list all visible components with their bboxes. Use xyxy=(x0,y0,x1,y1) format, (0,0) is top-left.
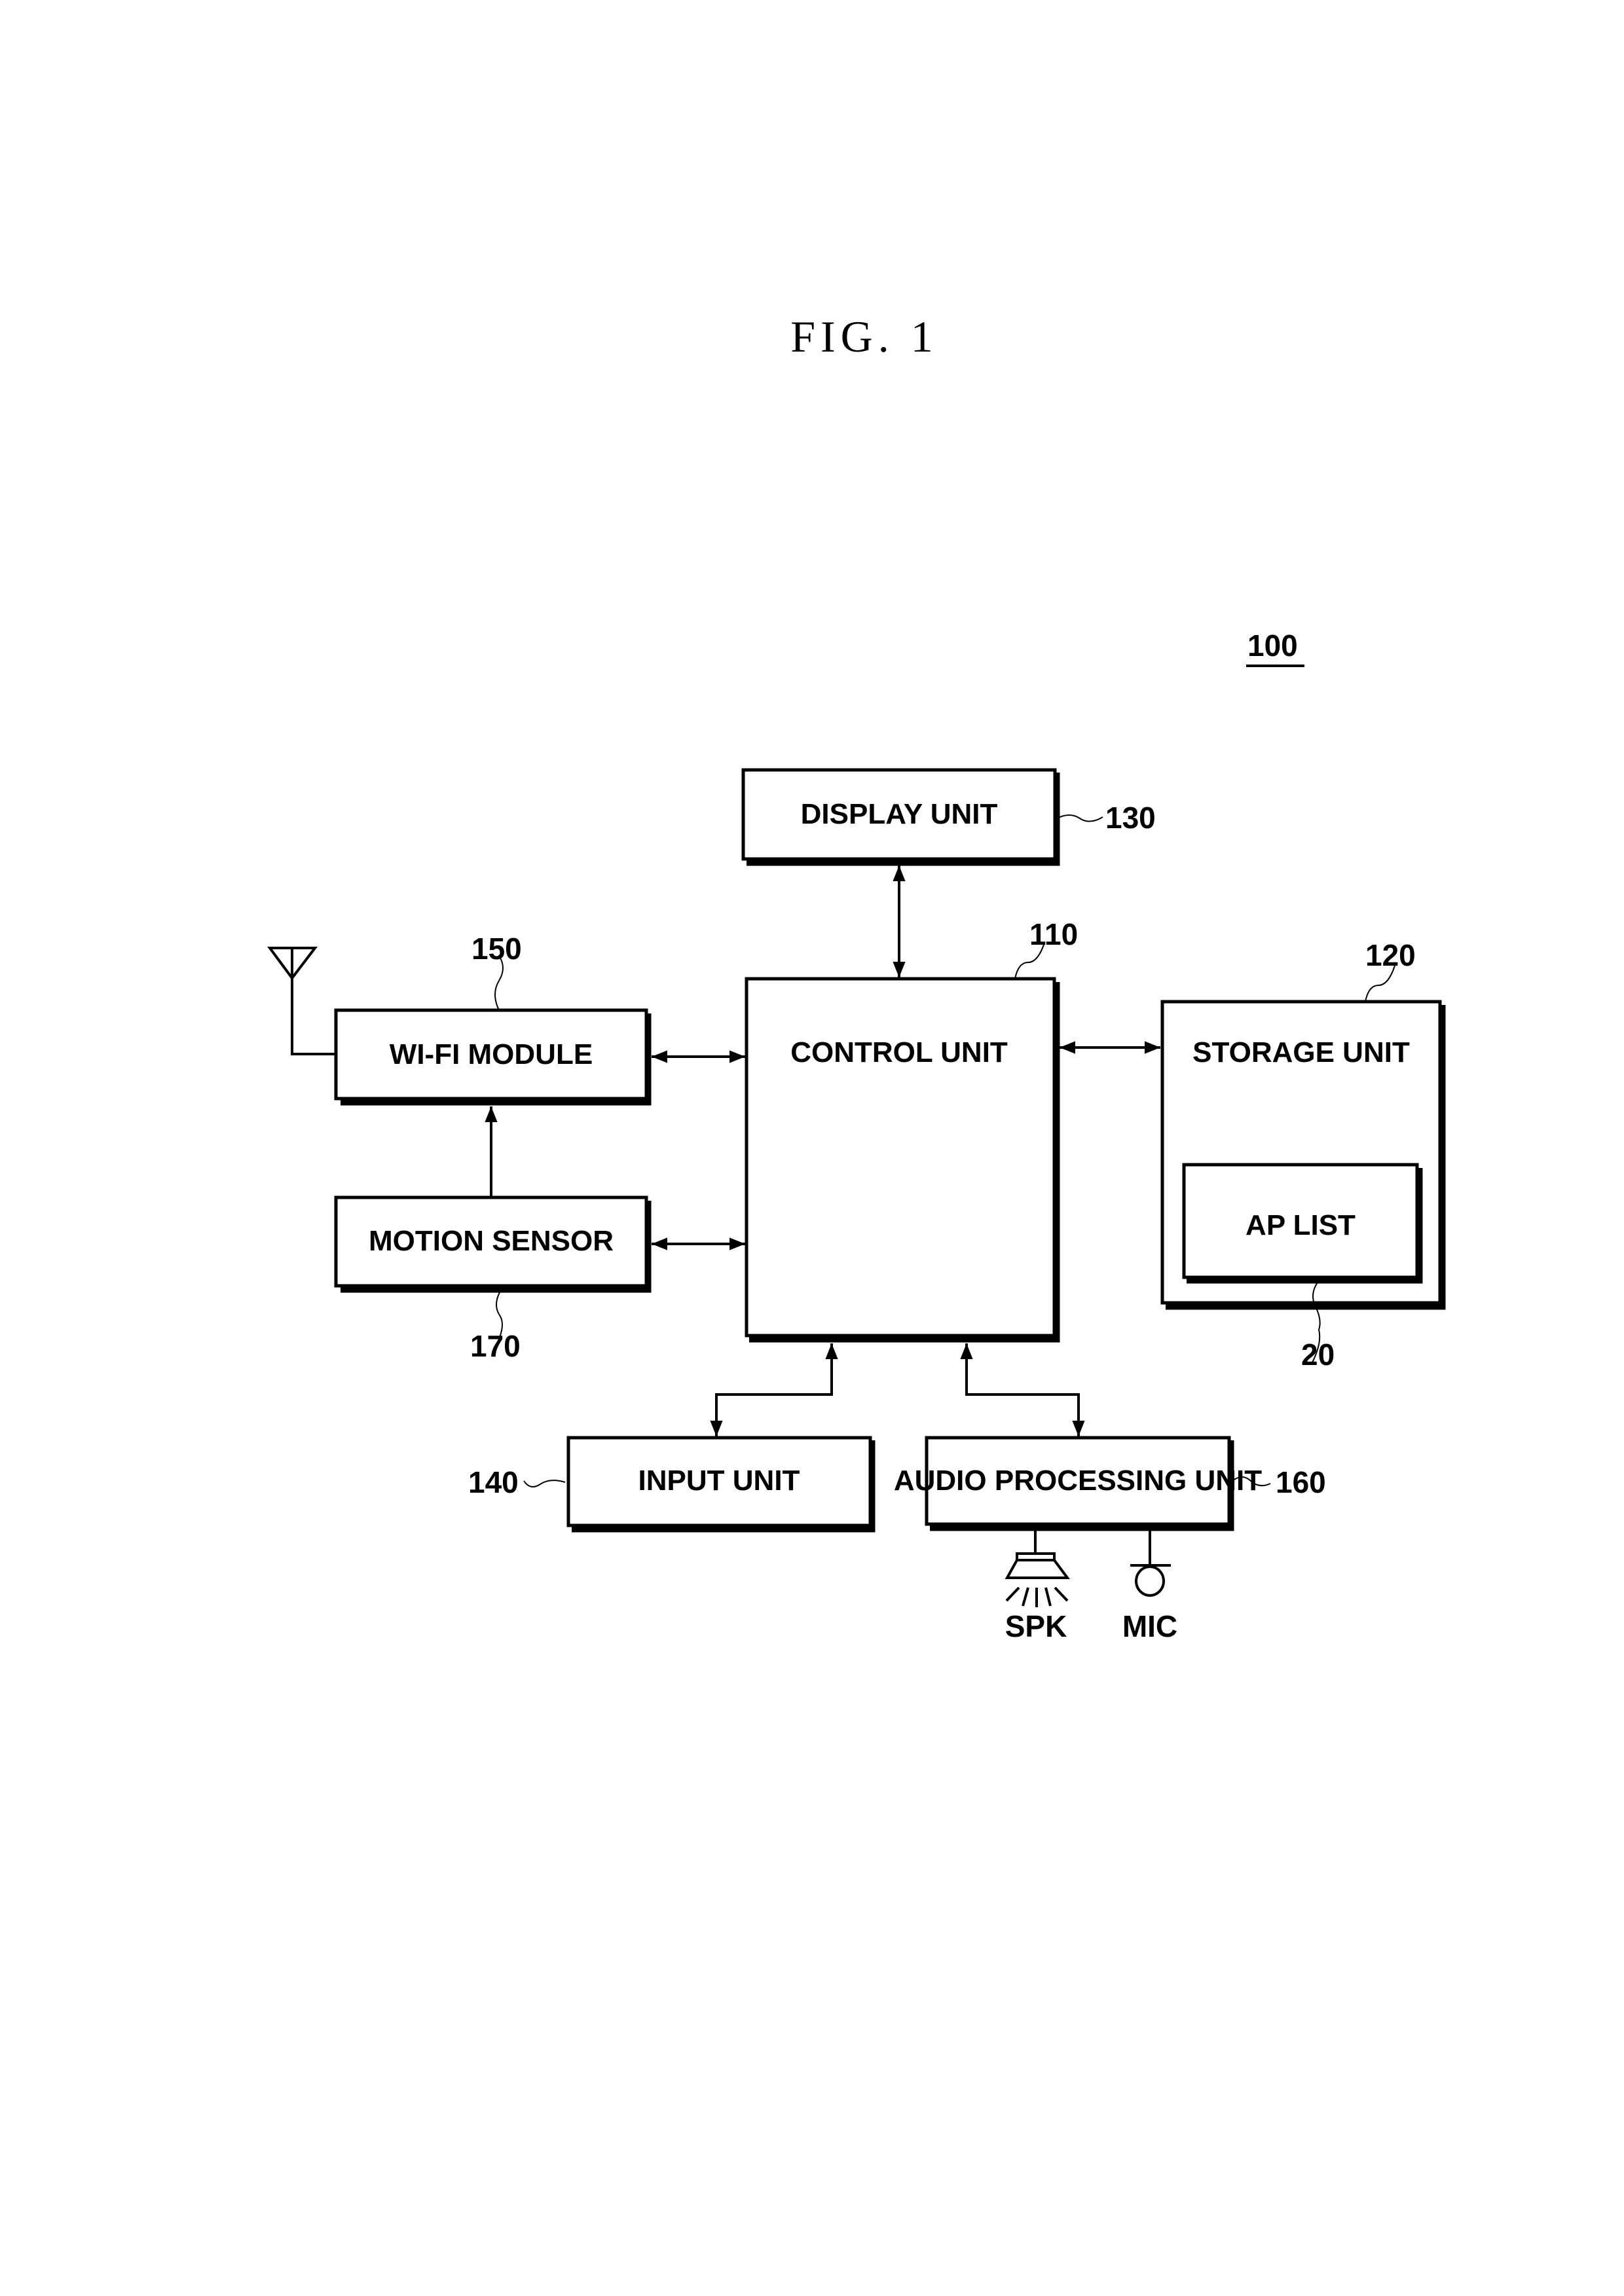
ap-list-block: AP LIST xyxy=(1182,1163,1423,1284)
microphone-icon xyxy=(1130,1531,1171,1597)
motion-sensor-label: MOTION SENSOR xyxy=(369,1225,614,1257)
leader-140 xyxy=(523,1480,566,1487)
control-unit-label: CONTROL UNIT xyxy=(790,1036,1008,1068)
motion-sensor-ref: 170 xyxy=(470,1329,521,1363)
control-input-link xyxy=(710,1343,838,1436)
input-unit-block: INPUT UNIT xyxy=(566,1436,876,1533)
audio-processing-unit-block: AUDIO PROCESSING UNIT xyxy=(894,1436,1262,1531)
antenna-icon xyxy=(267,947,336,1055)
wifi-module-block: WI-FI MODULE xyxy=(334,1008,652,1106)
storage-unit-ref: 120 xyxy=(1365,938,1416,972)
storage-unit-label: STORAGE UNIT xyxy=(1192,1036,1410,1068)
ap-list-ref: 20 xyxy=(1301,1338,1335,1372)
speaker-label: SPK xyxy=(1005,1609,1067,1643)
audio-processing-unit-label: AUDIO PROCESSING UNIT xyxy=(894,1465,1262,1497)
leader-130 xyxy=(1056,814,1103,822)
wifi-module-ref: 150 xyxy=(471,932,522,966)
display-unit-label: DISPLAY UNIT xyxy=(801,798,998,830)
control-audio-link xyxy=(960,1343,1085,1436)
wifi-module-label: WI-FI MODULE xyxy=(390,1038,593,1070)
control-unit-block: CONTROL UNIT xyxy=(745,977,1060,1343)
speaker-icon xyxy=(1005,1531,1070,1607)
audio-processing-unit-ref: 160 xyxy=(1276,1465,1326,1499)
display-unit-block: DISPLAY UNIT xyxy=(741,768,1060,866)
display-unit-ref: 130 xyxy=(1105,801,1156,835)
motion-sensor-block: MOTION SENSOR xyxy=(334,1195,652,1293)
input-unit-label: INPUT UNIT xyxy=(638,1465,800,1497)
block-diagram: 100 DISPLAY UNIT 130 CONTROL UNIT 110 WI… xyxy=(267,629,1446,1643)
ap-list-label: AP LIST xyxy=(1246,1209,1356,1241)
input-unit-ref: 140 xyxy=(468,1465,519,1499)
microphone-label: MIC xyxy=(1122,1609,1177,1643)
device-ref-label: 100 xyxy=(1247,629,1298,663)
control-unit-ref: 110 xyxy=(1029,917,1078,951)
